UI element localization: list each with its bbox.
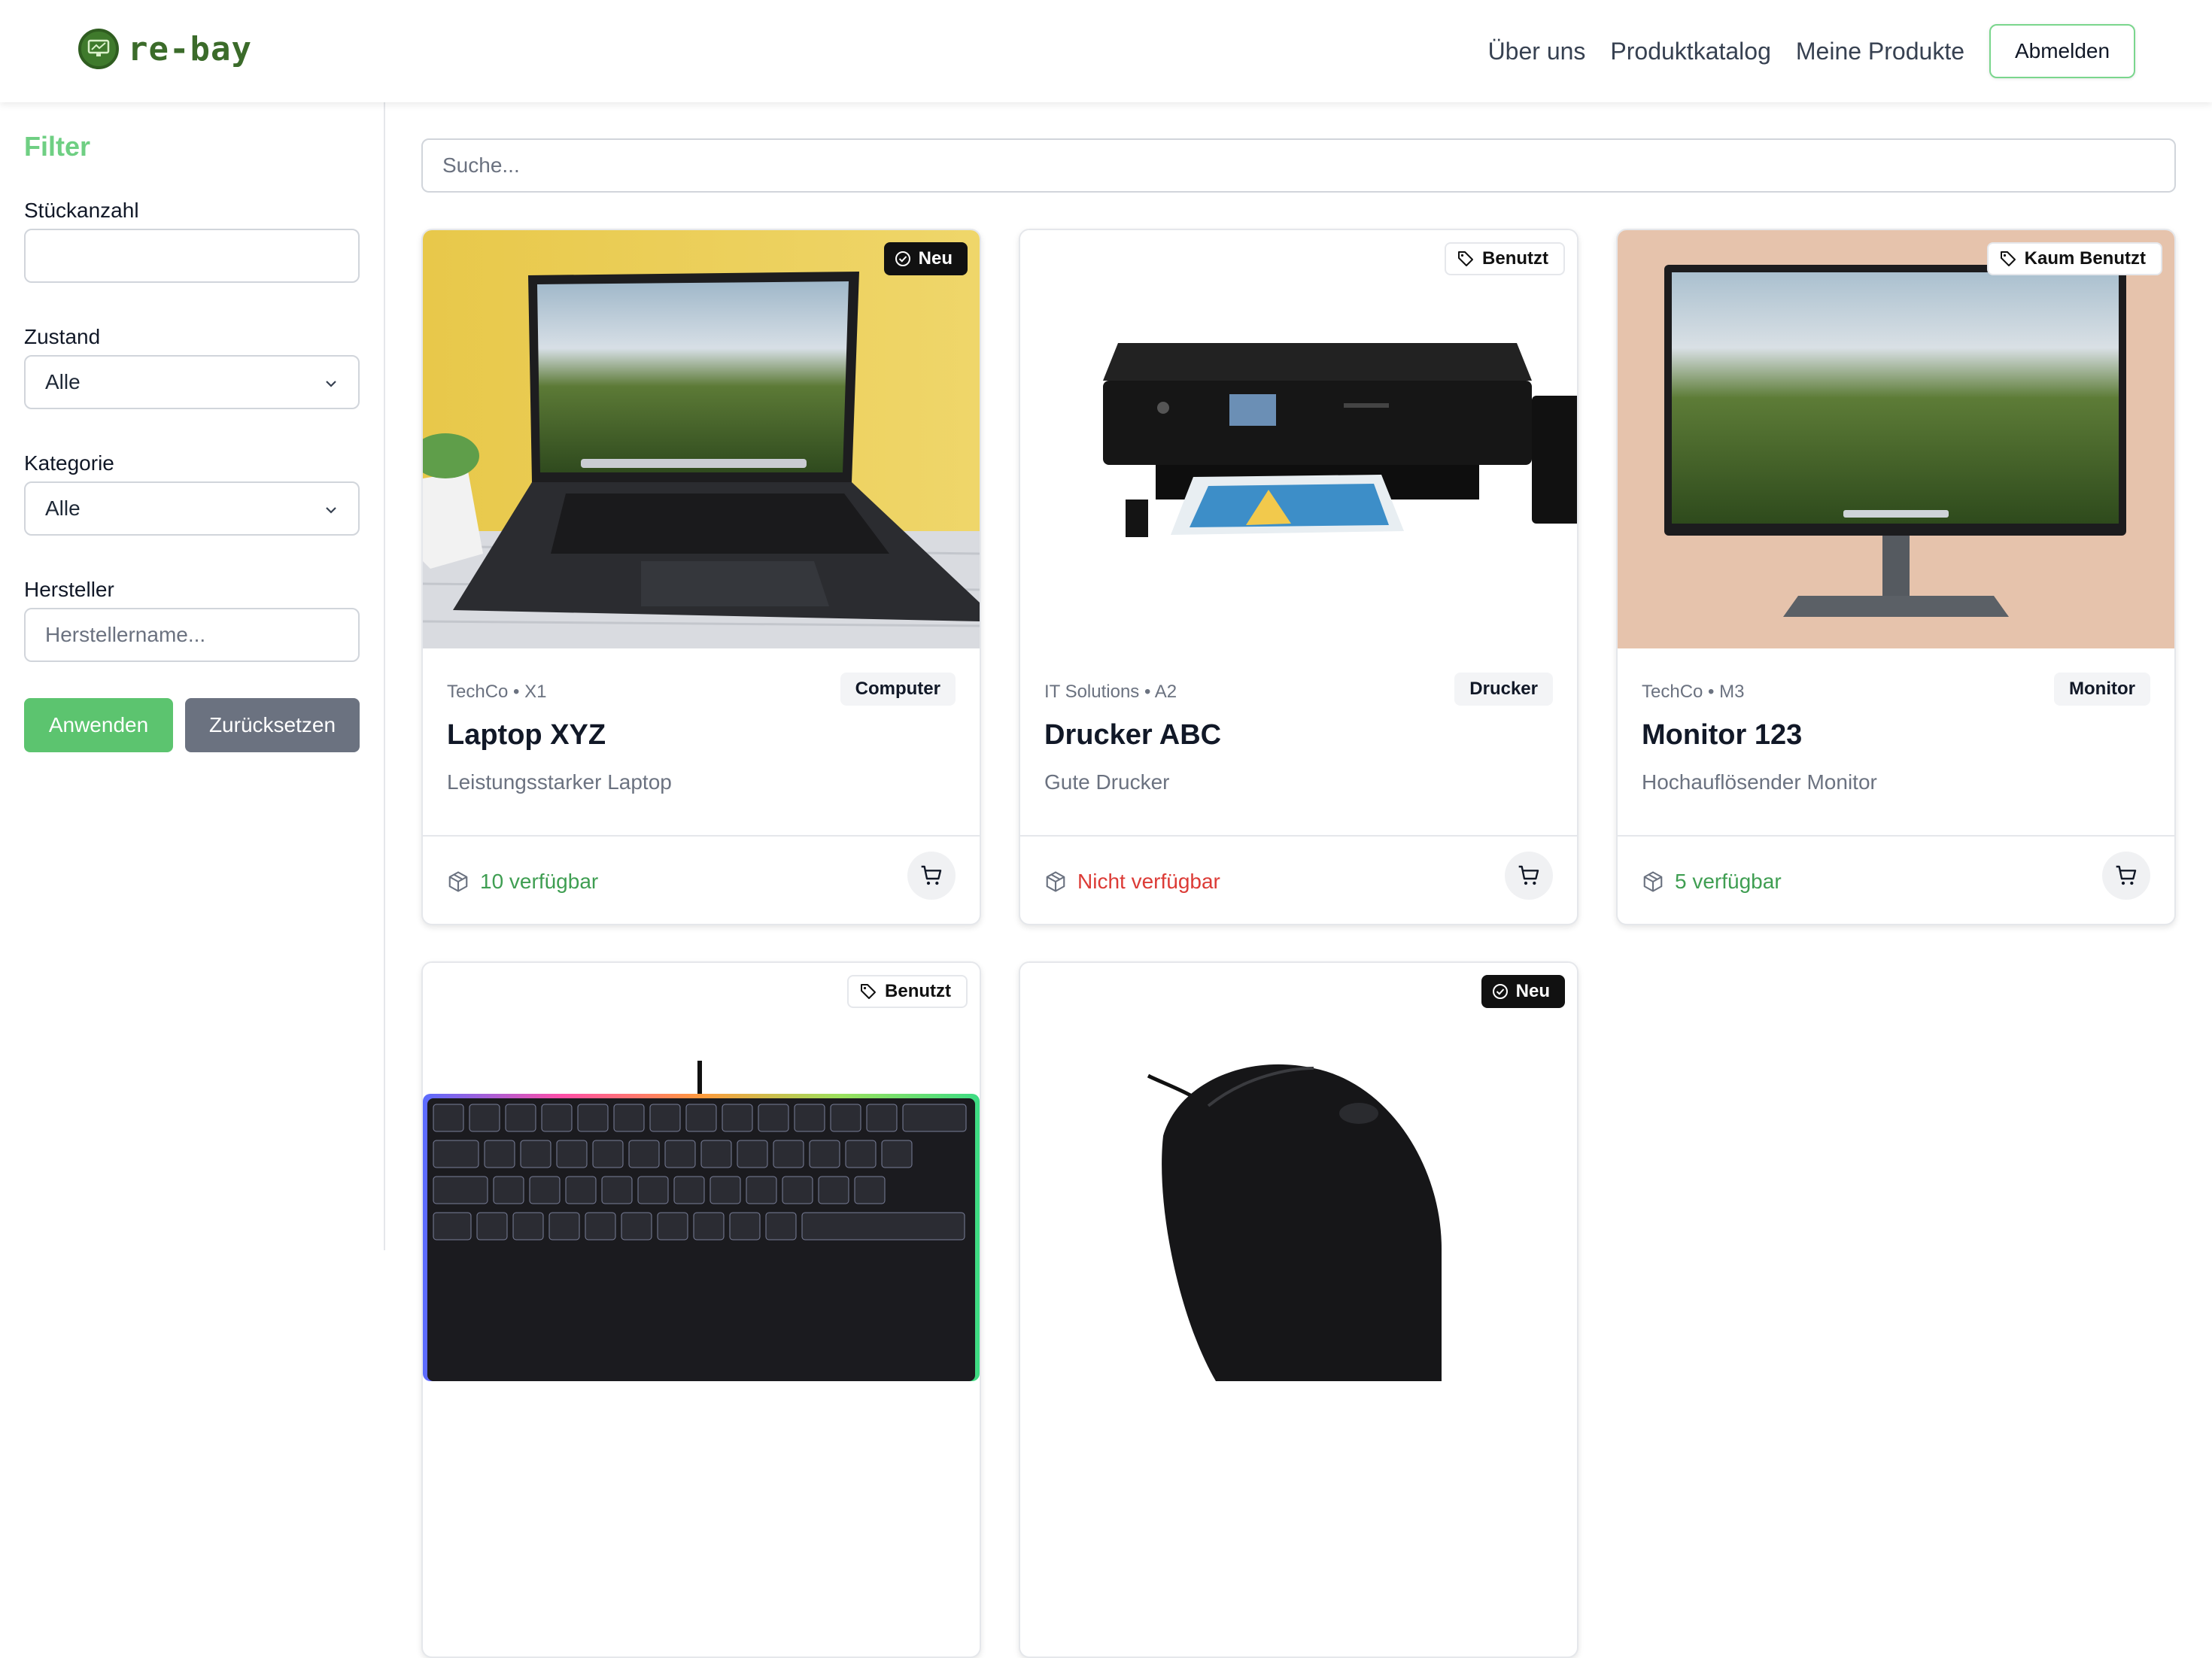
product-name[interactable]: Monitor 123 xyxy=(1642,719,1802,752)
product-image-keyboard xyxy=(423,963,980,1381)
category-select[interactable]: Alle xyxy=(24,481,360,536)
product-description: Leistungsstarker Laptop xyxy=(447,770,672,794)
product-vendor: TechCo • M3 xyxy=(1642,682,1745,702)
product-card-monitor[interactable]: Kaum Benutzt TechCo • M3 Monitor Monitor… xyxy=(1616,229,2176,925)
condition-badge: Benutzt xyxy=(1445,242,1565,275)
filter-title: Filter xyxy=(24,131,91,162)
condition-select[interactable]: Alle xyxy=(24,355,360,409)
package-icon xyxy=(448,871,468,892)
filter-sidebar: Filter Stückanzahl Zustand Alle Kategori… xyxy=(0,102,385,1250)
product-image-mouse xyxy=(1020,963,1577,1381)
search-input[interactable]: Suche... xyxy=(421,138,2176,193)
category-pill: Drucker xyxy=(1454,673,1553,706)
condition-badge: Neu xyxy=(883,242,968,275)
condition-badge: Kaum Benutzt xyxy=(1986,242,2162,275)
nav-about[interactable]: Über uns xyxy=(1488,38,1586,65)
reset-button[interactable]: Zurücksetzen xyxy=(185,698,360,752)
manufacturer-input[interactable]: Herstellername... xyxy=(24,608,360,662)
main-nav: Über uns Produktkatalog Meine Produkte A… xyxy=(1488,0,2212,102)
product-image-laptop xyxy=(423,230,980,648)
product-description: Gute Drucker xyxy=(1044,770,1170,794)
check-badge-icon xyxy=(895,251,910,266)
shopping-cart-icon xyxy=(1518,865,1539,885)
top-navbar: re-bay Über uns Produktkatalog Meine Pro… xyxy=(0,0,2212,102)
availability-text: Nicht verfügbar xyxy=(1077,870,1220,893)
category-value: Alle xyxy=(45,496,81,520)
product-card-keyboard[interactable]: Benutzt xyxy=(421,961,981,1658)
manufacturer-placeholder: Herstellername... xyxy=(45,623,206,646)
quantity-label: Stückanzahl xyxy=(24,199,139,222)
add-to-cart-button[interactable] xyxy=(2102,852,2150,900)
condition-value: Alle xyxy=(45,370,81,393)
availability-status: 5 verfügbar xyxy=(1642,870,1782,894)
quantity-input[interactable] xyxy=(24,229,360,283)
category-pill: Computer xyxy=(840,673,956,706)
condition-badge-label: Neu xyxy=(918,248,953,269)
package-icon xyxy=(1046,871,1065,892)
availability-text: 5 verfügbar xyxy=(1675,870,1782,893)
product-name[interactable]: Drucker ABC xyxy=(1044,719,1221,752)
nav-catalog[interactable]: Produktkatalog xyxy=(1610,38,1770,65)
condition-badge: Neu xyxy=(1481,975,1565,1008)
tag-icon xyxy=(861,984,877,999)
product-image-printer xyxy=(1020,230,1577,648)
product-card-laptop[interactable]: Neu TechCo • X1 Computer Laptop XYZ Leis… xyxy=(421,229,981,925)
card-divider xyxy=(423,835,980,837)
condition-badge-label: Benutzt xyxy=(885,981,951,1001)
monitor-logo-icon xyxy=(78,29,119,69)
chevron-down-icon xyxy=(326,507,336,514)
card-divider xyxy=(1020,835,1577,837)
shopping-cart-icon xyxy=(2116,865,2137,885)
apply-button[interactable]: Anwenden xyxy=(24,698,173,752)
add-to-cart-button[interactable] xyxy=(907,852,956,900)
condition-badge-label: Neu xyxy=(1515,981,1550,1001)
product-card-mouse[interactable]: Neu xyxy=(1019,961,1578,1658)
condition-label: Zustand xyxy=(24,325,101,348)
add-to-cart-button[interactable] xyxy=(1505,852,1553,900)
chevron-down-icon xyxy=(326,381,336,387)
search-placeholder: Suche... xyxy=(442,153,520,177)
availability-text: 10 verfügbar xyxy=(480,870,599,893)
condition-badge-label: Kaum Benutzt xyxy=(2024,248,2146,269)
category-label: Kategorie xyxy=(24,451,114,475)
nav-my-products[interactable]: Meine Produkte xyxy=(1796,38,1964,65)
product-vendor: TechCo • X1 xyxy=(447,682,547,702)
availability-status: 10 verfügbar xyxy=(447,870,598,894)
brand-name: re-bay xyxy=(128,29,252,68)
logout-button[interactable]: Abmelden xyxy=(1989,24,2135,78)
condition-badge: Benutzt xyxy=(847,975,968,1008)
tag-icon xyxy=(2000,251,2016,266)
condition-badge-label: Benutzt xyxy=(1482,248,1548,269)
shopping-cart-icon xyxy=(921,865,942,885)
card-divider xyxy=(1618,835,2174,837)
product-card-printer[interactable]: Benutzt IT Solutions • A2 Drucker Drucke… xyxy=(1019,229,1578,925)
brand-logo[interactable]: re-bay xyxy=(78,29,252,69)
product-vendor: IT Solutions • A2 xyxy=(1044,682,1177,702)
package-icon xyxy=(1643,871,1663,892)
product-name[interactable]: Laptop XYZ xyxy=(447,719,606,752)
availability-status: Nicht verfügbar xyxy=(1044,870,1220,894)
product-description: Hochauflösender Monitor xyxy=(1642,770,1877,794)
product-image-monitor xyxy=(1618,230,2174,648)
category-pill: Monitor xyxy=(2054,673,2150,706)
manufacturer-label: Hersteller xyxy=(24,578,114,601)
tag-icon xyxy=(1458,251,1474,266)
check-badge-icon xyxy=(1492,984,1508,999)
